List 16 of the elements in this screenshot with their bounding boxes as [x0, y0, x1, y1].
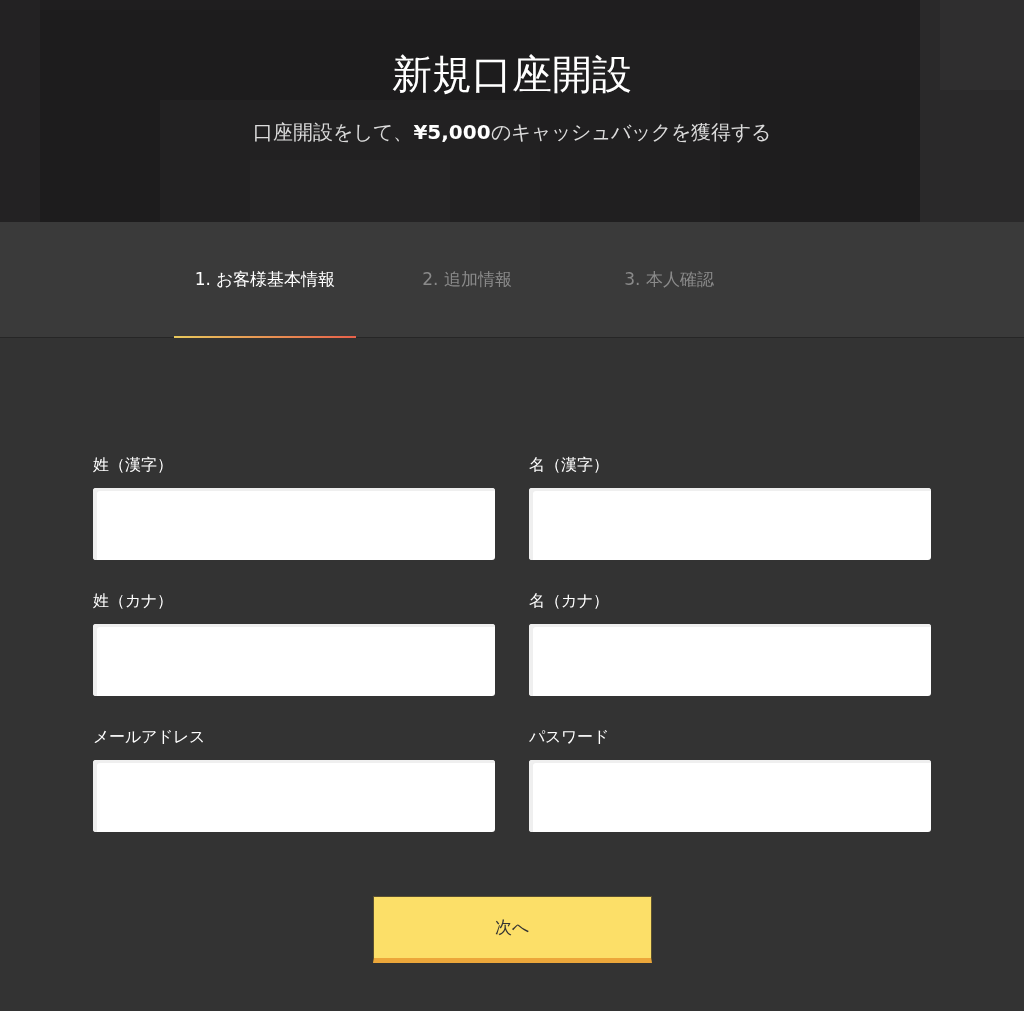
- input-field[interactable]: [93, 488, 495, 560]
- field-label: 名（漢字）: [529, 454, 610, 476]
- page-title: 新規口座開設: [392, 50, 632, 99]
- step-tab[interactable]: 1. お客様基本情報: [174, 222, 356, 338]
- input-field[interactable]: [529, 488, 931, 560]
- field-label: 姓（カナ）: [93, 590, 174, 612]
- input-field[interactable]: [93, 624, 495, 696]
- field-label: 姓（漢字）: [93, 454, 174, 476]
- field-label: メールアドレス: [93, 726, 206, 748]
- field-label: 名（カナ）: [529, 590, 610, 612]
- page-subtitle: 口座開設をして、¥5,000のキャッシュバックを獲得する: [253, 119, 771, 146]
- input-field[interactable]: [529, 760, 931, 832]
- field-label: パスワード: [529, 726, 610, 748]
- input-field[interactable]: [529, 624, 931, 696]
- input-field[interactable]: [93, 760, 495, 832]
- next-button[interactable]: 次へ: [372, 896, 652, 963]
